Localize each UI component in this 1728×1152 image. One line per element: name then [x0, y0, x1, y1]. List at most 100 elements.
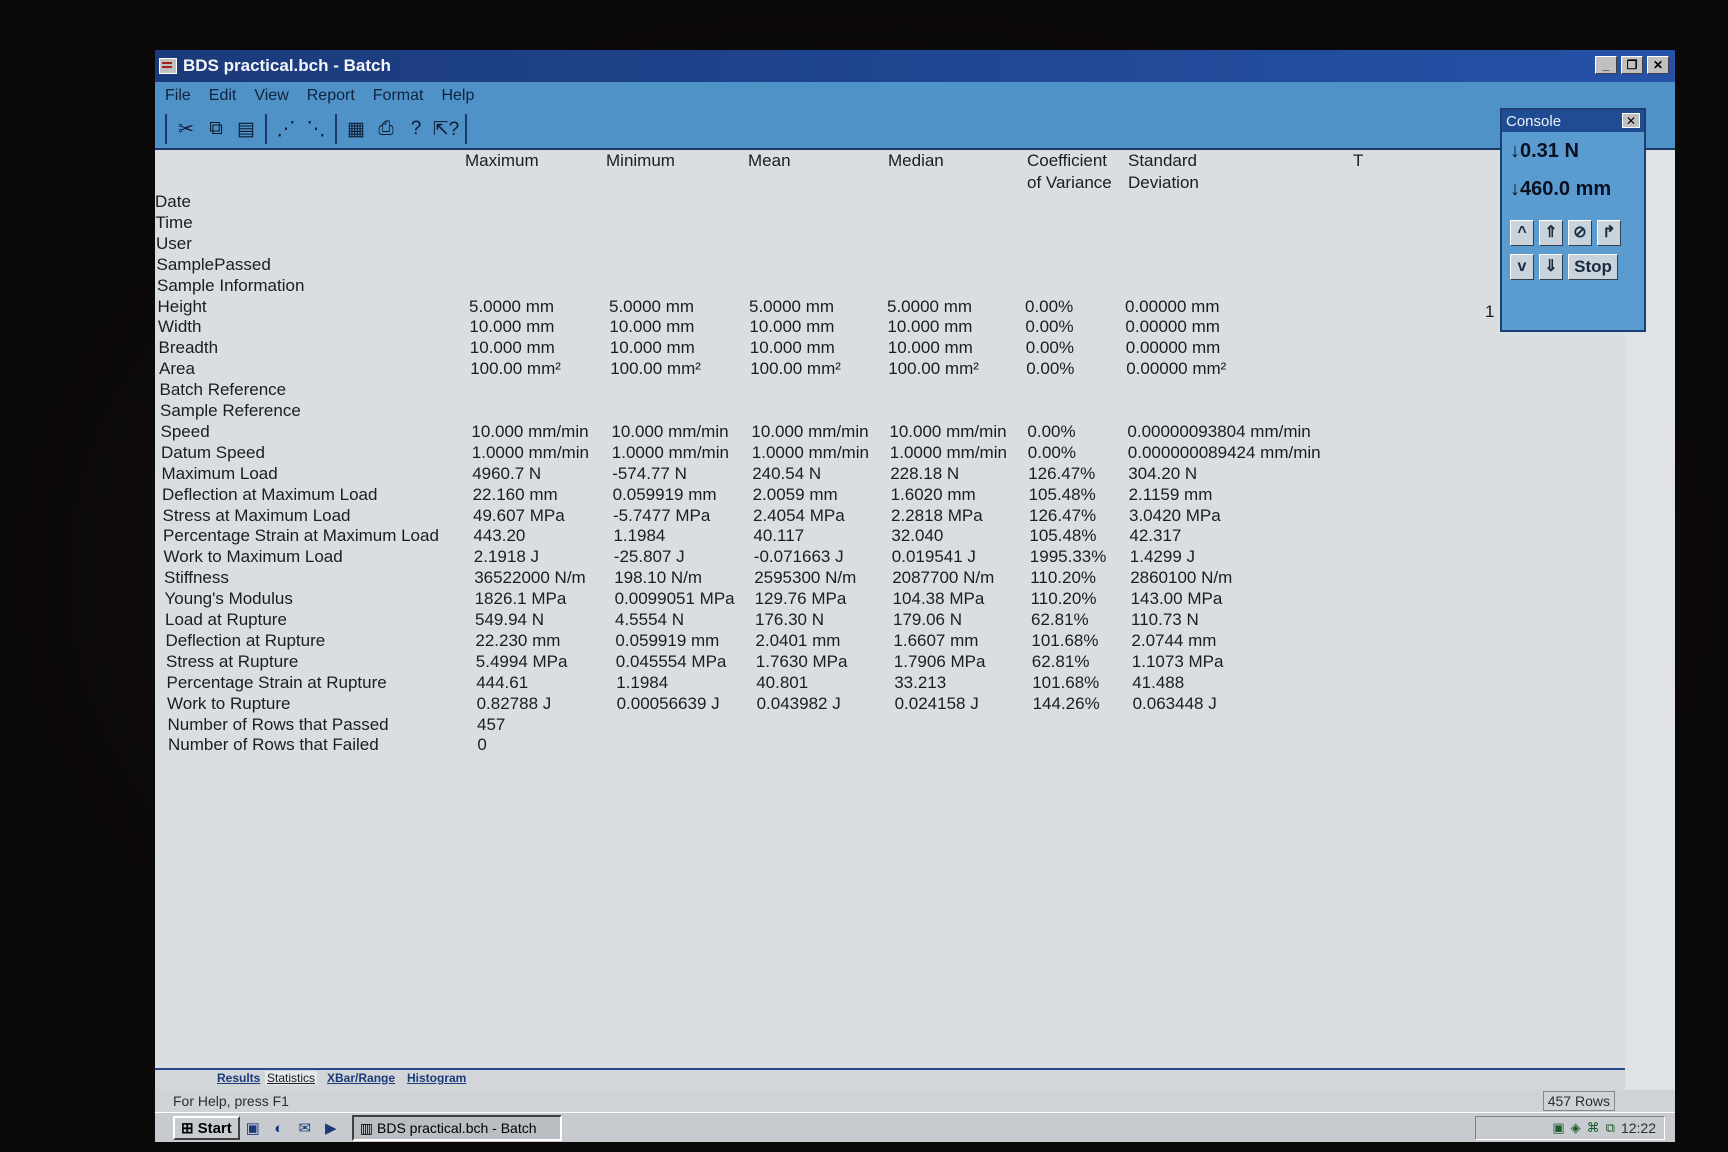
tab-histogram[interactable]: Histogram [405, 1071, 468, 1085]
table-cell: 443.20 [473, 526, 526, 546]
stop-button[interactable]: Stop [1568, 254, 1618, 280]
table-cell: 126.47% [1029, 505, 1097, 525]
graph-zoom-icon[interactable]: ⋱ [301, 114, 331, 144]
row-label: Work to Maximum Load [163, 547, 343, 567]
table-cell: 0.059919 mm [615, 630, 720, 650]
console-close-button[interactable]: ✕ [1622, 113, 1640, 128]
browser-icon[interactable]: ◐ [266, 1117, 292, 1139]
context-help-icon[interactable]: ⇱? [431, 114, 461, 144]
fast-up-button[interactable]: ⇑ [1539, 220, 1563, 246]
status-help-text: For Help, press F1 [173, 1093, 289, 1109]
print-icon[interactable]: ⎙ [371, 114, 401, 144]
row-label: Stress at Maximum Load [162, 505, 351, 525]
table-cell: 40.117 [753, 526, 805, 546]
table-cell: 1.0000 mm/min [471, 442, 589, 462]
paste-icon[interactable]: ▤ [231, 114, 261, 144]
table-cell: 22.230 mm [475, 630, 561, 650]
row-label: Young's Modulus [164, 589, 293, 609]
close-button[interactable]: ✕ [1647, 56, 1669, 74]
start-button[interactable]: ⊞ Start [173, 1116, 240, 1140]
table-cell: 2.4054 MPa [753, 505, 845, 525]
row-label: Sample Reference [160, 401, 301, 420]
tab-results[interactable]: Results [215, 1071, 262, 1085]
table-cell: 0.059919 mm [612, 484, 717, 504]
table-cell: 110.73 N [1131, 610, 1199, 629]
volume-icon[interactable]: ◈ [1571, 1120, 1581, 1136]
table-cell: 1995.33% [1029, 547, 1107, 567]
table-cell: 129.76 MPa [754, 589, 847, 609]
menu-file[interactable]: File [165, 87, 191, 105]
help-icon[interactable]: ? [401, 114, 431, 144]
table-cell: 0.82788 J [476, 693, 552, 713]
table-cell: 0.000000089424 mm/min [1127, 442, 1321, 462]
return-button[interactable]: ↱ [1597, 220, 1621, 246]
outlook-icon[interactable]: ✉ [292, 1117, 318, 1139]
table-cell: 100.00 mm² [470, 359, 561, 379]
toolbar-separator [265, 114, 267, 144]
table-cell: 1.1073 MPa [1131, 651, 1224, 671]
tab-xbar-range[interactable]: XBar/Range [325, 1071, 397, 1085]
zero-button[interactable]: ⊘ [1568, 220, 1592, 246]
table-cell: 1.0000 mm/min [889, 442, 1007, 462]
table-cell: 2.0401 mm [755, 630, 841, 650]
row-label: Percentage Strain at Rupture [166, 672, 387, 692]
cut-icon[interactable]: ✂ [171, 114, 201, 144]
minimize-button[interactable]: _ [1595, 56, 1617, 74]
table-cell: 1.0000 mm/min [611, 442, 729, 462]
tray-app-icon[interactable]: ⌘ [1587, 1120, 1600, 1136]
table-cell: 0.0099051 MPa [614, 589, 735, 609]
table-cell: 2.1918 J [473, 547, 540, 567]
network-icon[interactable]: ▣ [1552, 1120, 1564, 1136]
table-cell: 0.00000 mm [1125, 317, 1220, 337]
table-cell: 0.00% [1027, 442, 1076, 462]
report-icon[interactable]: ▦ [341, 114, 371, 144]
table-cell: 4.5554 N [615, 610, 684, 629]
fast-down-button[interactable]: ⇓ [1539, 254, 1563, 280]
table-cell: 176.30 N [755, 610, 824, 629]
table-cell: 10.000 mm [887, 317, 973, 337]
clock: 12:22 [1620, 1120, 1656, 1136]
table-cell: 110.20% [1030, 568, 1097, 588]
menu-view[interactable]: View [254, 87, 288, 105]
row-label: Breadth [158, 338, 219, 358]
toolbar: ✂ ⧉ ▤ ⋰ ⋱ ▦ ⎙ ? ⇱? [155, 110, 1675, 150]
table-cell: 100.00 mm² [750, 359, 841, 379]
table-cell: 49.607 MPa [473, 505, 565, 525]
taskbar-item-batch[interactable]: ▥ BDS practical.bch - Batch [351, 1115, 562, 1141]
menu-report[interactable]: Report [307, 87, 355, 105]
table-cell: 10.000 mm/min [471, 421, 589, 441]
media-icon[interactable]: ▶ [318, 1117, 344, 1139]
tab-statistics[interactable]: Statistics [265, 1071, 318, 1085]
table-cell: 549.94 N [475, 610, 544, 629]
jog-down-button[interactable]: v [1510, 254, 1534, 280]
menu-format[interactable]: Format [373, 87, 424, 105]
app-icon [159, 58, 177, 74]
row-label: Stiffness [164, 568, 229, 588]
column-header-minimum: Minimum [606, 151, 675, 170]
row-label: Datum Speed [161, 442, 265, 462]
keyboard-icon[interactable]: ⧉ [1606, 1120, 1615, 1136]
toolbar-separator [465, 114, 467, 144]
copy-icon[interactable]: ⧉ [201, 114, 231, 144]
table-cell: 1826.1 MPa [474, 589, 567, 609]
row-label: Maximum Load [161, 463, 278, 483]
status-bar: For Help, press F1 457 Rows [155, 1090, 1675, 1112]
table-cell: 10.000 mm [609, 317, 695, 337]
row-label: Stress at Rupture [166, 651, 299, 671]
row-label: Time [155, 212, 193, 232]
desktop-icon[interactable]: ▣ [240, 1117, 266, 1139]
restore-button[interactable]: ❐ [1621, 56, 1643, 74]
console-panel: Console ✕ ↓0.31 N ↓460.0 mm ^ ⇑ ⊘ ↱ v ⇓ … [1500, 108, 1646, 332]
view-tabs: Results Statistics XBar/Range Histogram [155, 1068, 1625, 1090]
graph-icon[interactable]: ⋰ [271, 114, 301, 144]
jog-up-button[interactable]: ^ [1510, 220, 1534, 246]
start-label: Start [197, 1119, 232, 1137]
column-header-median: Median [888, 151, 944, 170]
table-cell: 10.000 mm [749, 338, 835, 358]
table-cell: 2.1159 mm [1128, 484, 1213, 504]
row-label: Height [157, 296, 207, 316]
system-tray: ▣ ◈ ⌘ ⧉ 12:22 [1475, 1116, 1665, 1140]
table-cell: 0.043982 J [756, 693, 841, 713]
menu-edit[interactable]: Edit [209, 87, 237, 105]
menu-help[interactable]: Help [441, 87, 474, 105]
